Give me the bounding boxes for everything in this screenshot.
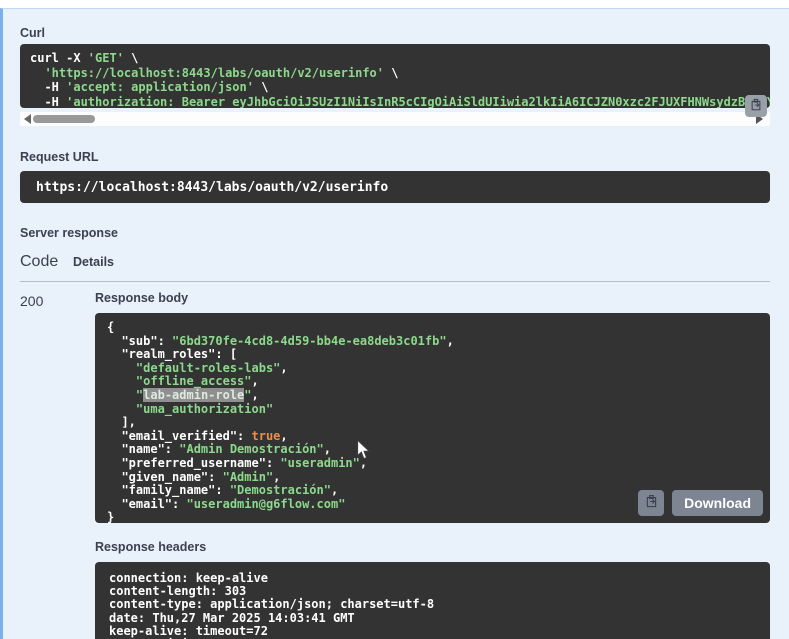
response-details: Response body { "sub": "6bd370fe-4cd8-4d… <box>95 291 770 639</box>
curl-command[interactable]: curl -X 'GET' \ 'https://localhost:8443/… <box>20 44 770 108</box>
response-copy-to-clipboard-button[interactable] <box>638 490 665 516</box>
request-url-value[interactable]: https://localhost:8443/labs/oauth/v2/use… <box>20 171 770 203</box>
operation-response-panel: Curl curl -X 'GET' \ 'https://localhost:… <box>0 8 789 639</box>
panel-content: Curl curl -X 'GET' \ 'https://localhost:… <box>3 9 789 639</box>
response-body-actions: Download <box>638 490 763 516</box>
server-response-title: Server response <box>20 226 118 240</box>
status-code: 200 <box>20 293 44 309</box>
response-body-label: Response body <box>95 291 189 305</box>
clipboard-copy-icon <box>644 494 659 512</box>
request-url-label: Request URL <box>20 150 99 164</box>
curl-block-wrapper: curl -X 'GET' \ 'https://localhost:8443/… <box>20 44 770 126</box>
curl-copy-to-clipboard-button[interactable] <box>745 95 767 117</box>
curl-label: Curl <box>20 26 45 40</box>
response-headers[interactable]: connection: keep-alive content-length: 30… <box>95 562 770 639</box>
response-table-header: Code Details <box>20 253 770 271</box>
scrollbar-thumb[interactable] <box>33 115 95 123</box>
code-column-header: Code <box>20 253 59 270</box>
details-column-header: Details <box>73 255 114 269</box>
curl-horizontal-scrollbar[interactable] <box>20 112 770 126</box>
scroll-left-arrow[interactable] <box>24 114 31 124</box>
clipboard-copy-icon <box>749 98 763 115</box>
response-body-wrapper: { "sub": "6bd370fe-4cd8-4d59-bb4e-ea8deb… <box>95 313 770 523</box>
table-header-divider <box>20 281 770 282</box>
download-button[interactable]: Download <box>672 490 763 516</box>
response-headers-label: Response headers <box>95 540 207 554</box>
response-row: 200 Response body { "sub": "6bd370fe-4cd… <box>20 291 770 639</box>
